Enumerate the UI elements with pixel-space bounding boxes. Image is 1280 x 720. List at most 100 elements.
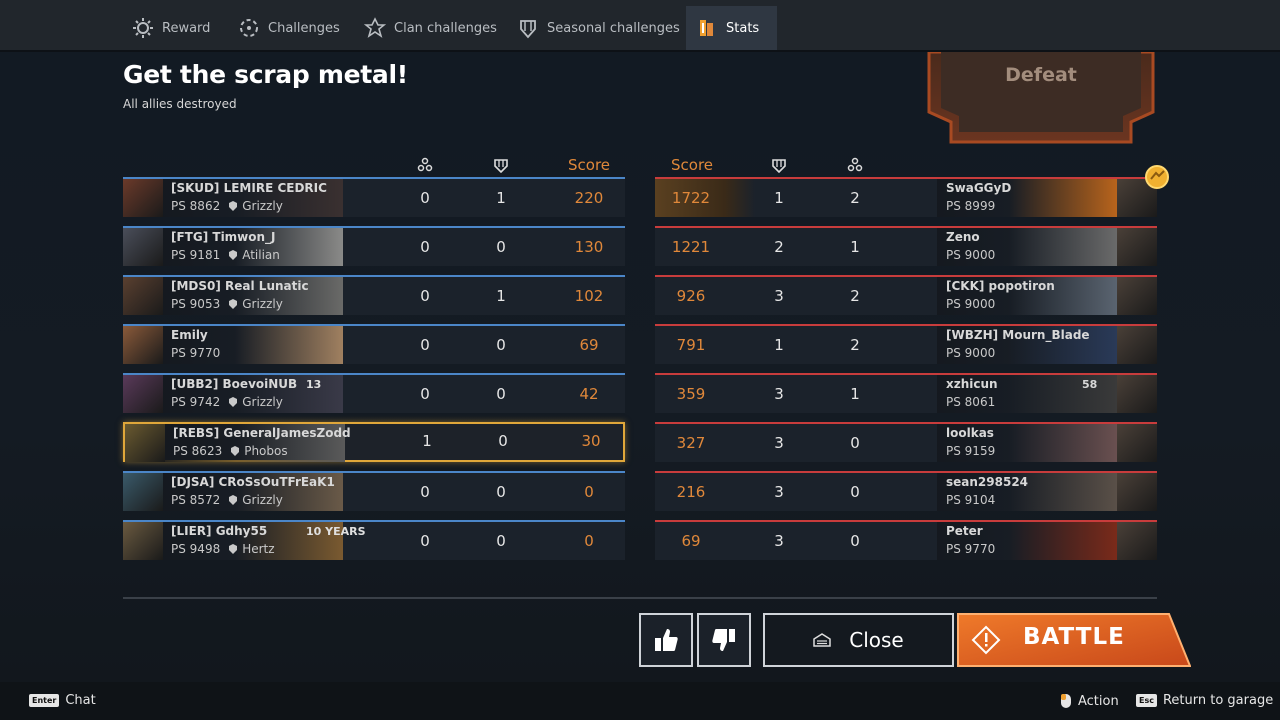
player-avatar bbox=[1117, 424, 1157, 462]
ally-row[interactable]: Emily PS 9770 0 0 69 bbox=[123, 324, 625, 364]
kills-value: 0 bbox=[420, 532, 430, 550]
ally-row[interactable]: [SKUD] LEMIRE CEDRIC PS 8862 Grizzly 0 1 220 bbox=[123, 177, 625, 217]
thumbs-down-icon bbox=[712, 629, 735, 651]
assists-value: 0 bbox=[496, 336, 506, 354]
assists-value: 3 bbox=[774, 483, 784, 501]
mvp-medal-icon bbox=[1145, 165, 1169, 189]
tab-challenges[interactable]: Challenges bbox=[228, 6, 350, 50]
power-score: PS 8862 bbox=[171, 199, 221, 213]
score-value: 220 bbox=[574, 189, 604, 207]
power-score: PS 9770 bbox=[946, 542, 996, 556]
enemy-row[interactable]: 359 3 1 xzhicun PS 8061 58 bbox=[655, 373, 1157, 413]
faction-icon bbox=[230, 445, 240, 456]
player-avatar bbox=[1117, 522, 1157, 560]
stats-icon bbox=[696, 17, 718, 39]
player-name: Peter bbox=[946, 524, 983, 538]
player-avatar bbox=[125, 424, 165, 462]
player-info: PS 8862 Grizzly bbox=[171, 199, 283, 213]
tab-label: Stats bbox=[726, 20, 760, 36]
kills-value: 0 bbox=[420, 287, 430, 305]
player-avatar bbox=[123, 326, 163, 364]
ally-row[interactable]: [DJSA] CRoSsOuTFrEaK1 PS 8572 Grizzly 0 0 0 bbox=[123, 471, 625, 511]
return-to-garage-hint[interactable]: Esc Return to garage bbox=[1136, 693, 1273, 708]
faction-icon bbox=[228, 396, 238, 407]
page-title: Get the scrap metal! bbox=[123, 60, 408, 89]
score-value: 0 bbox=[584, 483, 594, 501]
assists-value: 3 bbox=[774, 385, 784, 403]
top-tab-bar: Reward Challenges Clan challenges Season… bbox=[0, 0, 1280, 52]
action-label: Action bbox=[1078, 693, 1119, 709]
tab-stats[interactable]: Stats bbox=[686, 6, 777, 50]
garage-icon bbox=[813, 633, 831, 647]
power-score: PS 8999 bbox=[946, 199, 996, 213]
close-label: Close bbox=[849, 628, 904, 652]
enemy-row[interactable]: 791 1 2 [WBZH] Mourn_Blade PS 9000 bbox=[655, 324, 1157, 364]
assists-value: 1 bbox=[774, 336, 784, 354]
like-button[interactable] bbox=[639, 613, 693, 667]
faction-name: Grizzly bbox=[242, 493, 283, 507]
score-value: 0 bbox=[584, 532, 594, 550]
ally-row[interactable]: [MDS0] Real Lunatic PS 9053 Grizzly 0 1 102 bbox=[123, 275, 625, 315]
kills-value: 0 bbox=[420, 483, 430, 501]
assists-value: 1 bbox=[496, 287, 506, 305]
player-avatar bbox=[123, 179, 163, 217]
power-score: PS 9770 bbox=[171, 346, 221, 360]
score-value: 926 bbox=[676, 287, 706, 305]
player-info: PS 9181 Atilian bbox=[171, 248, 280, 262]
score-value: 69 bbox=[681, 532, 701, 550]
kills-value: 1 bbox=[422, 432, 432, 450]
kills-icon bbox=[417, 157, 433, 172]
dislike-button[interactable] bbox=[697, 613, 751, 667]
enemy-row[interactable]: 327 3 0 loolkas PS 9159 bbox=[655, 422, 1157, 462]
player-name: [UBB2] BoevoiNUB bbox=[171, 377, 298, 391]
action-hint[interactable]: Action bbox=[1060, 693, 1119, 709]
player-avatar bbox=[1117, 375, 1157, 413]
clan-challenges-icon bbox=[364, 17, 386, 39]
ally-row[interactable]: [FTG] Timwon_J PS 9181 Atilian 0 0 130 bbox=[123, 226, 625, 266]
kills-value: 0 bbox=[420, 189, 430, 207]
power-score: PS 9742 bbox=[171, 395, 221, 409]
assists-icon bbox=[772, 159, 786, 173]
score-value: 216 bbox=[676, 483, 706, 501]
tab-reward[interactable]: Reward bbox=[122, 6, 220, 50]
player-row-self[interactable]: [REBS] GeneralJamesZodd PS 8623 Phobos 1 0 30 bbox=[123, 422, 625, 462]
power-score: PS 9181 bbox=[171, 248, 221, 262]
enter-key-icon: Enter bbox=[29, 694, 60, 707]
ally-row[interactable]: [UBB2] BoevoiNUB PS 9742 Grizzly 13 0 0 42 bbox=[123, 373, 625, 413]
tab-clan-challenges[interactable]: Clan challenges bbox=[354, 6, 507, 50]
player-name: xzhicun bbox=[946, 377, 998, 391]
power-score: PS 9498 bbox=[171, 542, 221, 556]
assists-value: 0 bbox=[496, 532, 506, 550]
faction-name: Hertz bbox=[242, 542, 275, 556]
player-avatar bbox=[1117, 277, 1157, 315]
tab-seasonal-challenges[interactable]: Seasonal challenges bbox=[507, 6, 690, 50]
score-value: 327 bbox=[676, 434, 706, 452]
enemy-row[interactable]: 1722 1 2 SwaGGyD PS 8999 bbox=[655, 177, 1157, 217]
enemy-row[interactable]: 216 3 0 sean298524 PS 9104 bbox=[655, 471, 1157, 511]
chat-hint[interactable]: Enter Chat bbox=[29, 693, 96, 708]
enemy-row[interactable]: 1221 2 1 Zeno PS 9000 bbox=[655, 226, 1157, 266]
kills-value: 2 bbox=[850, 336, 860, 354]
power-score: PS 8061 bbox=[946, 395, 996, 409]
close-button[interactable]: Close bbox=[763, 613, 954, 667]
kills-value: 0 bbox=[420, 385, 430, 403]
player-name: [MDS0] Real Lunatic bbox=[171, 279, 309, 293]
assists-value: 0 bbox=[496, 483, 506, 501]
player-badge: 13 bbox=[306, 378, 322, 391]
kills-value: 0 bbox=[850, 483, 860, 501]
reward-icon bbox=[132, 17, 154, 39]
enemy-row[interactable]: 69 3 0 Peter PS 9770 bbox=[655, 520, 1157, 560]
player-info: PS 8572 Grizzly bbox=[171, 493, 283, 507]
kills-value: 2 bbox=[850, 287, 860, 305]
assists-icon bbox=[494, 159, 508, 173]
divider bbox=[123, 597, 1157, 599]
faction-icon bbox=[228, 298, 238, 309]
player-avatar bbox=[123, 228, 163, 266]
assists-value: 3 bbox=[774, 287, 784, 305]
score-value: 1221 bbox=[671, 238, 711, 256]
ally-row[interactable]: [LIER] Gdhy55 PS 9498 Hertz 10 YEARS 0 0 0 bbox=[123, 520, 625, 560]
kills-value: 2 bbox=[850, 189, 860, 207]
enemy-row[interactable]: 926 3 2 [CKK] popotiron PS 9000 bbox=[655, 275, 1157, 315]
score-value: 1722 bbox=[671, 189, 711, 207]
faction-name: Grizzly bbox=[242, 297, 283, 311]
